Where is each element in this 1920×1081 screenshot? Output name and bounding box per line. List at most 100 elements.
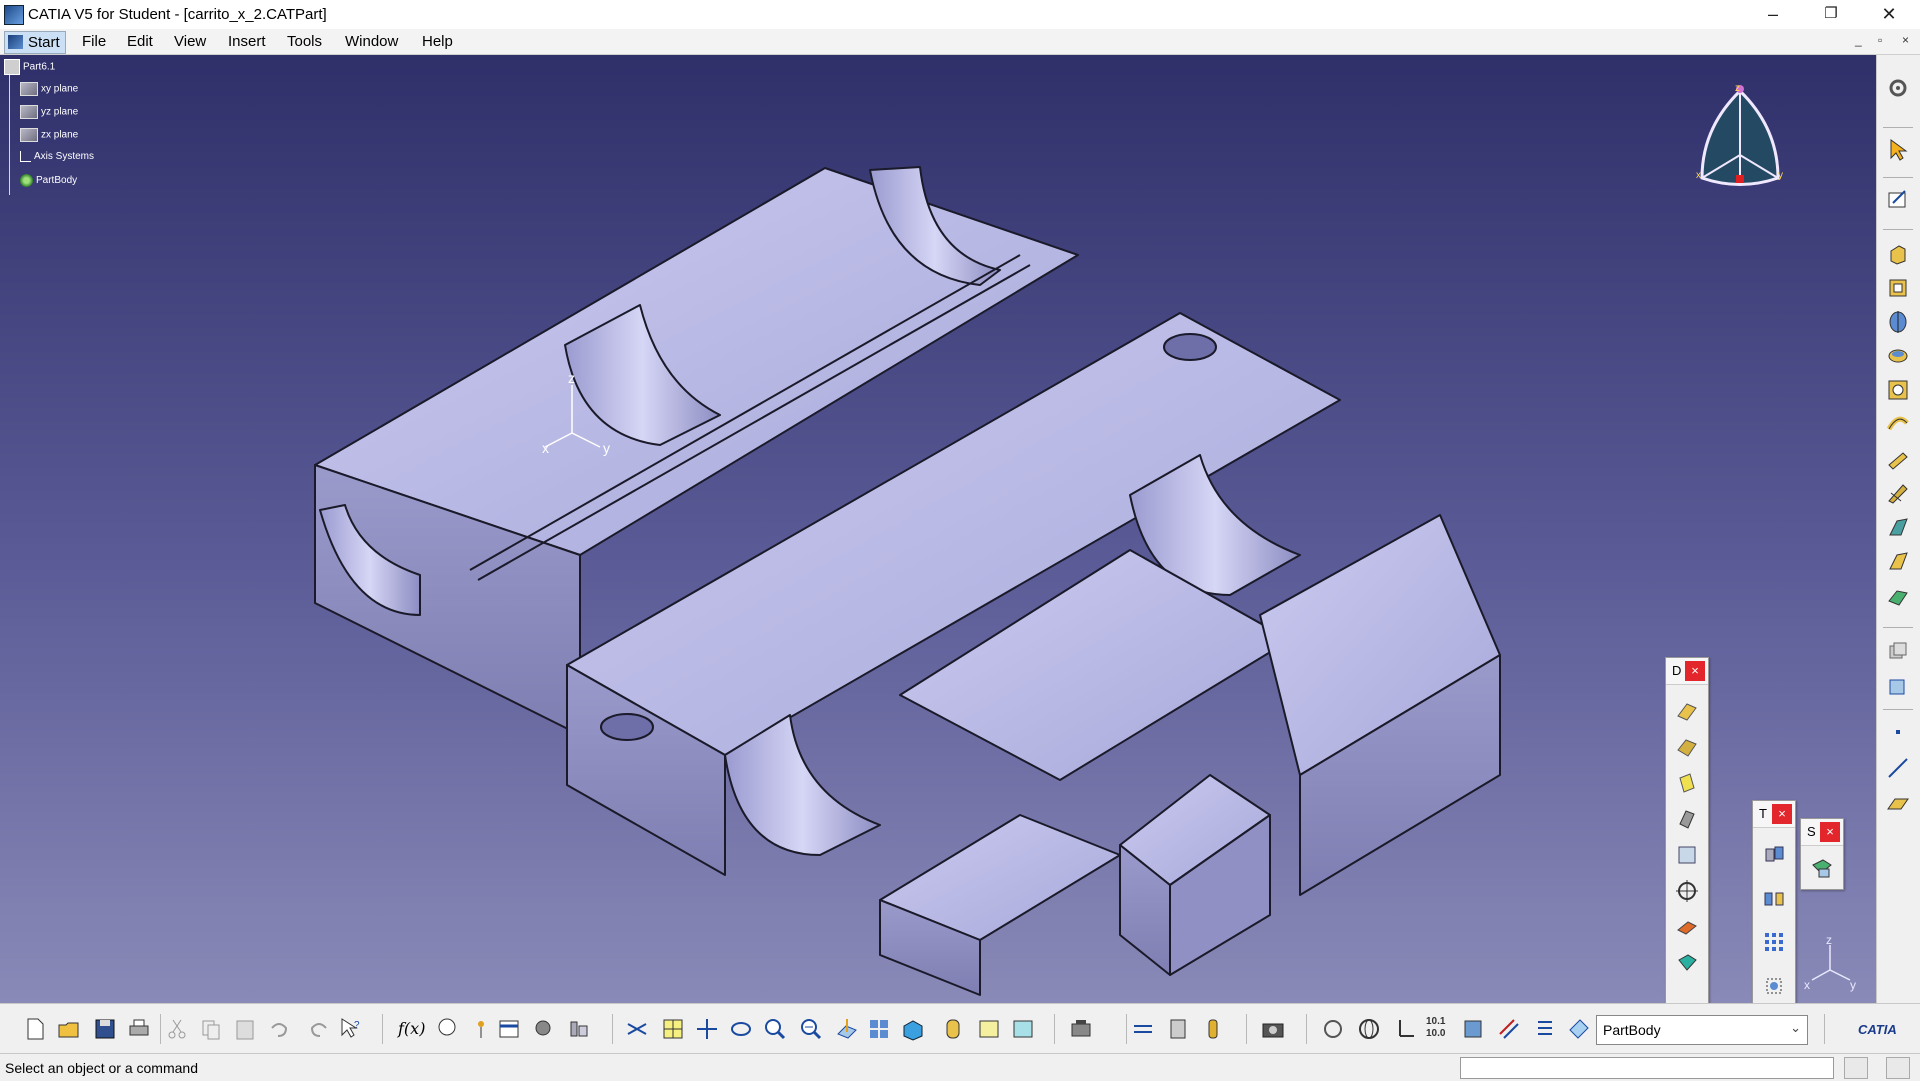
sketch-analysis-icon[interactable] — [1166, 1016, 1192, 1042]
status-button[interactable] — [1844, 1057, 1868, 1079]
pan-icon[interactable] — [694, 1016, 720, 1042]
paste-icon[interactable] — [232, 1016, 258, 1042]
multi-view-icon[interactable] — [866, 1016, 892, 1042]
iso-view-icon[interactable] — [900, 1016, 926, 1042]
fly-icon[interactable] — [624, 1016, 650, 1042]
list-icon[interactable] — [1532, 1016, 1558, 1042]
menu-tools[interactable]: Tools — [287, 33, 322, 50]
menu-help[interactable]: Help — [422, 33, 453, 50]
fit-all-icon[interactable] — [660, 1016, 686, 1042]
3d-viewport[interactable]: Part6.1 xy plane yz plane zx plane Axis … — [0, 55, 1876, 1003]
update-icon[interactable] — [1068, 1016, 1094, 1042]
command-input[interactable] — [1460, 1057, 1834, 1079]
copy-icon[interactable] — [198, 1016, 224, 1042]
rotate-icon[interactable] — [728, 1016, 754, 1042]
pocket-icon[interactable] — [1885, 275, 1911, 301]
status-zoom-button[interactable] — [1886, 1057, 1910, 1079]
axis-system-icon[interactable] — [1392, 1016, 1418, 1042]
close-icon[interactable]: × — [1820, 822, 1840, 842]
fillet-icon[interactable] — [1674, 698, 1700, 724]
remove-loft-icon[interactable] — [1885, 549, 1911, 575]
sketcher-icon[interactable] — [1885, 187, 1911, 213]
open-icon[interactable] — [56, 1016, 82, 1042]
draft-icon[interactable] — [1674, 770, 1700, 796]
filter-icon[interactable] — [1496, 1016, 1522, 1042]
analysis-icon[interactable] — [566, 1016, 592, 1042]
define-work-object-icon[interactable] — [1566, 1016, 1592, 1042]
parameter-icon[interactable] — [468, 1016, 494, 1042]
mdi-minimize-button[interactable]: _ — [1855, 33, 1862, 47]
publication-icon[interactable] — [1460, 1016, 1486, 1042]
symmetry-icon[interactable] — [1761, 885, 1787, 911]
close-icon[interactable]: × — [1685, 661, 1705, 681]
grid-snap-icon[interactable]: 10.1 10.0 — [1426, 1016, 1452, 1042]
redo-icon[interactable] — [306, 1016, 332, 1042]
pattern-icon[interactable] — [1761, 929, 1787, 955]
menu-start[interactable]: Start — [4, 31, 66, 54]
knowledge-icon[interactable] — [434, 1016, 460, 1042]
mdi-restore-button[interactable]: ▫ — [1878, 33, 1882, 47]
rib-icon[interactable] — [1885, 411, 1911, 437]
menu-file[interactable]: File — [82, 33, 106, 50]
floating-toolbar-transformation[interactable]: T × — [1752, 800, 1796, 1003]
stiffener-icon[interactable] — [1885, 481, 1911, 507]
select-arrow-icon[interactable] — [1885, 137, 1911, 163]
thickness-icon[interactable] — [1674, 842, 1700, 868]
hole-icon[interactable] — [1885, 377, 1911, 403]
close-icon[interactable]: × — [1772, 804, 1792, 824]
swap-visible-icon[interactable] — [1010, 1016, 1036, 1042]
loft-icon[interactable] — [1885, 515, 1911, 541]
floating-toolbar-header[interactable]: D × — [1666, 658, 1708, 685]
remove-face-icon[interactable] — [1674, 914, 1700, 940]
point-icon[interactable] — [1885, 719, 1911, 745]
shaft-icon[interactable] — [1885, 309, 1911, 335]
floating-toolbar-dress-up[interactable]: D × — [1665, 657, 1709, 1003]
new-icon[interactable] — [22, 1016, 48, 1042]
compass-icon[interactable]: z x y — [1690, 83, 1790, 203]
split-icon[interactable] — [1809, 855, 1835, 881]
part-model[interactable]: x y z — [0, 55, 1876, 1003]
close-button[interactable]: ✕ — [1866, 0, 1912, 29]
shell-icon[interactable] — [1674, 806, 1700, 832]
formula-icon[interactable]: f(x) — [398, 1019, 425, 1045]
cut-icon[interactable] — [164, 1016, 190, 1042]
floating-toolbar-header[interactable]: S × — [1801, 819, 1843, 846]
translation-icon[interactable] — [1761, 841, 1787, 867]
undo-icon[interactable] — [266, 1016, 292, 1042]
replace-face-icon[interactable] — [1674, 950, 1700, 976]
pad-icon[interactable] — [1885, 241, 1911, 267]
print-icon[interactable] — [126, 1016, 152, 1042]
slot-icon[interactable] — [1885, 447, 1911, 473]
zoom-out-icon[interactable] — [798, 1016, 824, 1042]
restore-button[interactable]: ❐ — [1808, 0, 1854, 29]
body-select-dropdown[interactable]: PartBody ⌄ — [1596, 1015, 1808, 1045]
constraint-icon[interactable] — [1130, 1016, 1156, 1042]
floating-toolbar-surface[interactable]: S × — [1800, 818, 1844, 890]
plane-icon[interactable] — [1885, 791, 1911, 817]
menu-insert[interactable]: Insert — [228, 33, 266, 50]
line-icon[interactable] — [1885, 755, 1911, 781]
capture-icon[interactable] — [1200, 1016, 1226, 1042]
chamfer-icon[interactable] — [1674, 734, 1700, 760]
normal-view-icon[interactable] — [834, 1016, 860, 1042]
groove-icon[interactable] — [1885, 343, 1911, 369]
camera-icon[interactable] — [1260, 1016, 1286, 1042]
rotate-view-icon[interactable] — [1320, 1016, 1346, 1042]
scaling-icon[interactable] — [1761, 973, 1787, 999]
globe-icon[interactable] — [1356, 1016, 1382, 1042]
mdi-close-button[interactable]: × — [1902, 33, 1909, 47]
table-icon[interactable] — [496, 1016, 522, 1042]
menu-edit[interactable]: Edit — [127, 33, 153, 50]
thread-icon[interactable] — [1674, 878, 1700, 904]
menu-window[interactable]: Window — [345, 33, 398, 50]
minimize-button[interactable]: – — [1750, 0, 1796, 29]
multi-section-icon[interactable] — [1885, 583, 1911, 609]
body-icon[interactable] — [1885, 673, 1911, 699]
measure-icon[interactable] — [530, 1016, 556, 1042]
shading-icon[interactable] — [940, 1016, 966, 1042]
hide-show-icon[interactable] — [976, 1016, 1002, 1042]
menu-view[interactable]: View — [174, 33, 206, 50]
settings-icon[interactable] — [1885, 75, 1911, 101]
boolean-icon[interactable] — [1885, 639, 1911, 665]
zoom-in-icon[interactable] — [762, 1016, 788, 1042]
